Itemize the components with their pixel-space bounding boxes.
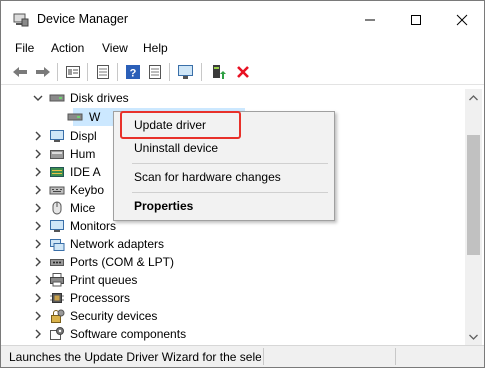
tree-item-ports[interactable]: Ports (COM & LPT) <box>9 253 465 271</box>
keyboard-icon <box>49 182 65 198</box>
network-adapter-icon <box>49 236 65 252</box>
expand-arrow-icon[interactable] <box>32 166 44 178</box>
scroll-up-arrow-icon[interactable] <box>465 89 482 106</box>
tree-item-label: Ports (COM & LPT) <box>70 255 175 269</box>
tree-item-processors[interactable]: Processors <box>9 289 465 307</box>
title-bar: Device Manager <box>1 1 484 39</box>
svg-text:?: ? <box>130 68 137 80</box>
device-manager-icon <box>13 12 29 28</box>
expand-arrow-icon[interactable] <box>32 328 44 340</box>
scroll-down-arrow-icon[interactable] <box>465 328 482 345</box>
uninstall-device-menu-item[interactable]: Uninstall device <box>114 137 334 159</box>
tree-item-label: Print queues <box>70 273 138 287</box>
disk-drive-icon <box>49 90 65 106</box>
properties-menu-item[interactable]: Properties <box>114 195 334 217</box>
status-text: Launches the Update Driver Wizard for th… <box>9 350 261 364</box>
expand-arrow-icon[interactable] <box>32 310 44 322</box>
expand-arrow-icon[interactable] <box>32 148 44 160</box>
expand-arrow-icon[interactable] <box>32 238 44 250</box>
tree-item-label: Monitors <box>70 219 117 233</box>
maximize-button[interactable] <box>393 1 439 39</box>
menu-item-label: Scan for hardware changes <box>134 170 281 184</box>
menu-file[interactable]: File <box>15 41 34 55</box>
list-view-icon[interactable] <box>94 63 112 81</box>
expand-arrow-icon[interactable] <box>32 256 44 268</box>
mouse-icon <box>49 200 65 216</box>
window-title: Device Manager <box>37 12 129 26</box>
printer-icon <box>49 272 65 288</box>
status-divider <box>263 348 264 365</box>
scrollbar-thumb[interactable] <box>467 135 480 255</box>
ide-icon <box>49 164 65 180</box>
toolbar-separator <box>169 63 170 81</box>
tree-item-label: Hum <box>70 147 96 161</box>
properties-view-icon[interactable] <box>64 63 82 81</box>
display-adapter-icon <box>49 128 65 144</box>
tree-item-software-components[interactable]: Software components <box>9 325 465 343</box>
expand-arrow-icon[interactable] <box>32 274 44 286</box>
tree-item-label: Processors <box>70 291 131 305</box>
toolbar-separator <box>57 63 58 81</box>
vertical-scrollbar[interactable] <box>465 89 482 345</box>
scan-hardware-changes-menu-item[interactable]: Scan for hardware changes <box>114 166 334 188</box>
port-icon <box>49 254 65 270</box>
tree-item-label: IDE A <box>70 165 101 179</box>
menu-action[interactable]: Action <box>51 41 84 55</box>
status-bar: Launches the Update Driver Wizard for th… <box>1 345 484 367</box>
minimize-button[interactable] <box>347 1 393 39</box>
monitor-icon <box>49 218 65 234</box>
tree-item-label: Software components <box>70 327 187 341</box>
tree-item-label: Displ <box>70 129 97 143</box>
menu-bar: File Action View Help <box>1 39 484 59</box>
toolbar: ? <box>1 59 484 85</box>
toolbar-separator <box>87 63 88 81</box>
expand-arrow-icon[interactable] <box>32 202 44 214</box>
expand-arrow-icon[interactable] <box>32 292 44 304</box>
tree-item-label: W <box>89 110 101 124</box>
back-icon[interactable] <box>11 63 29 81</box>
tree-item-print-queues[interactable]: Print queues <box>9 271 465 289</box>
hid-icon <box>49 146 65 162</box>
software-component-icon <box>49 326 65 342</box>
disk-icon <box>67 109 83 125</box>
tree-item-label: Disk drives <box>70 91 129 105</box>
toolbar-separator <box>201 63 202 81</box>
status-divider <box>395 348 396 365</box>
tree-item-label: Keybo <box>70 183 105 197</box>
forward-icon[interactable] <box>34 63 52 81</box>
security-device-icon <box>49 308 65 324</box>
update-driver-highlight <box>120 111 241 139</box>
tree-item-security-devices[interactable]: Security devices <box>9 307 465 325</box>
expand-arrow-icon[interactable] <box>32 184 44 196</box>
expand-arrow-icon[interactable] <box>32 130 44 142</box>
menu-item-label: Uninstall device <box>134 141 219 155</box>
processor-icon <box>49 290 65 306</box>
tree-item-label: Mice <box>70 201 96 215</box>
menu-separator <box>132 163 328 164</box>
help-icon[interactable]: ? <box>124 63 142 81</box>
tree-item-label: Security devices <box>70 309 158 323</box>
expand-arrow-icon[interactable] <box>32 220 44 232</box>
close-button[interactable] <box>439 1 485 39</box>
tree-item-disk-drives[interactable]: Disk drives <box>9 89 465 107</box>
menu-separator <box>132 192 328 193</box>
menu-help[interactable]: Help <box>143 41 168 55</box>
monitor-icon[interactable] <box>177 63 195 81</box>
update-driver-icon[interactable] <box>209 63 227 81</box>
toolbar-separator <box>117 63 118 81</box>
menu-view[interactable]: View <box>102 41 128 55</box>
list-view-icon[interactable] <box>146 63 164 81</box>
uninstall-icon[interactable] <box>234 63 252 81</box>
device-manager-window: Device Manager File Action View Help ? D… <box>0 0 485 368</box>
tree-item-label: Network adapters <box>70 237 165 251</box>
tree-item-network-adapters[interactable]: Network adapters <box>9 235 465 253</box>
menu-item-label: Properties <box>134 199 194 213</box>
collapse-arrow-icon[interactable] <box>32 92 44 104</box>
